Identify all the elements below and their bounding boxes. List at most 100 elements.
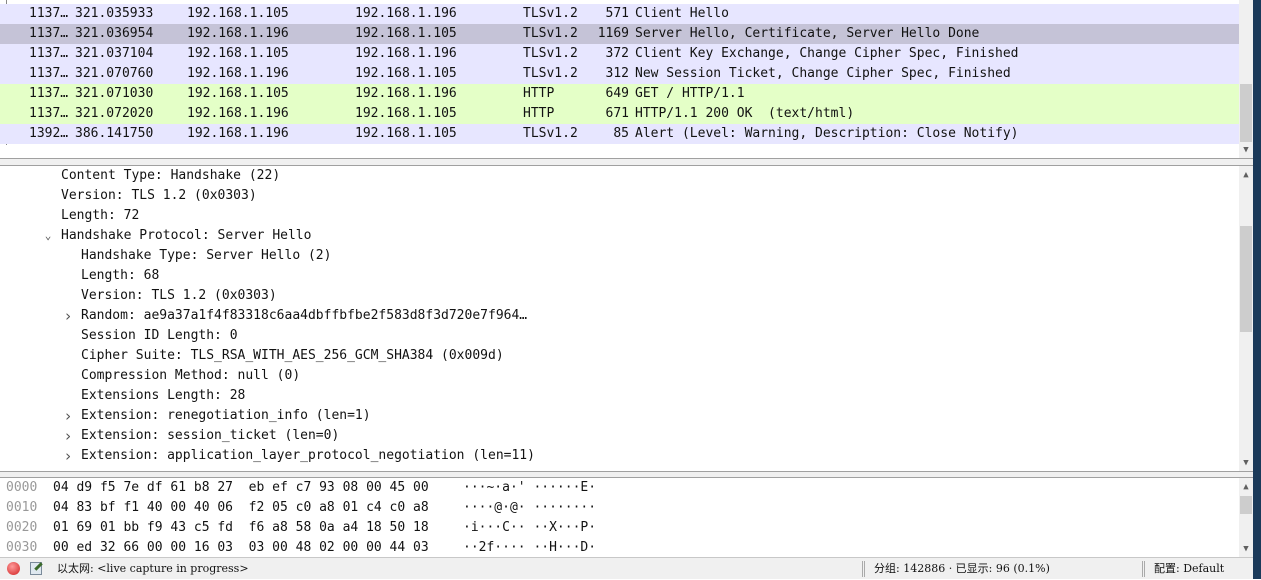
packet-no: 1137… bbox=[29, 46, 69, 61]
hex-ascii[interactable]: ····@·@· ········ bbox=[463, 498, 596, 518]
packet-no: 1137… bbox=[29, 86, 69, 101]
packet-no: 1137… bbox=[29, 66, 69, 81]
chevron-right-icon[interactable]: › bbox=[62, 426, 74, 446]
packet-src: 192.168.1.105 bbox=[187, 86, 289, 101]
packet-dst: 192.168.1.196 bbox=[355, 6, 457, 21]
packet-info: HTTP/1.1 200 OK (text/html) bbox=[635, 106, 855, 121]
packet-row[interactable]: 1137… 321.071030 192.168.1.105 192.168.1.19… bbox=[0, 84, 1239, 104]
hex-offset: 0030 bbox=[6, 540, 38, 555]
hex-bytes[interactable]: 04 d9 f5 7e df 61 b8 27 eb ef c7 93 08 0… bbox=[53, 478, 429, 498]
packet-dst: 192.168.1.196 bbox=[355, 86, 457, 101]
packet-len: 312 bbox=[605, 66, 629, 81]
detail-line[interactable]: Handshake Protocol: Server Hello bbox=[61, 226, 311, 246]
packet-list-scrollbar[interactable]: ▼ bbox=[1239, 0, 1253, 158]
detail-line[interactable]: Cipher Suite: TLS_RSA_WITH_AES_256_GCM_S… bbox=[81, 346, 504, 366]
capture-status-icon[interactable] bbox=[7, 562, 20, 575]
packet-row[interactable]: 1137… 321.070760 192.168.1.196 192.168.1.10… bbox=[0, 64, 1239, 84]
bytes-scrollbar[interactable]: ▲ ▼ bbox=[1239, 478, 1253, 557]
scrollbar-thumb[interactable] bbox=[1240, 496, 1252, 514]
detail-line[interactable]: Session ID Length: 0 bbox=[81, 326, 238, 346]
packet-proto: TLSv1.2 bbox=[523, 26, 578, 41]
detail-line[interactable]: Version: TLS 1.2 (0x0303) bbox=[61, 186, 257, 206]
scroll-down-icon[interactable]: ▼ bbox=[1239, 143, 1253, 157]
packet-details: Content Type: Handshake (22) Version: TLS… bbox=[0, 166, 1253, 471]
packet-info: Server Hello, Certificate, Server Hello … bbox=[635, 26, 980, 41]
packet-time: 321.037104 bbox=[75, 46, 154, 61]
packet-proto: TLSv1.2 bbox=[523, 66, 578, 81]
detail-line[interactable]: Compression Method: null (0) bbox=[81, 366, 300, 386]
detail-line[interactable]: Extension: session_ticket (len=0) bbox=[81, 426, 339, 446]
packet-src: 192.168.1.196 bbox=[187, 106, 289, 121]
packet-row[interactable]: 1137… 321.072020 192.168.1.196 192.168.1.10… bbox=[0, 104, 1239, 124]
hex-offset: 0000 bbox=[6, 480, 38, 495]
packet-no: 1137… bbox=[29, 106, 69, 121]
packet-src: 192.168.1.196 bbox=[187, 66, 289, 81]
packet-dst: 192.168.1.105 bbox=[355, 26, 457, 41]
packet-no: 1392… bbox=[29, 126, 69, 141]
detail-line[interactable]: Extensions Length: 28 bbox=[81, 386, 245, 406]
chevron-right-icon[interactable]: › bbox=[62, 306, 74, 326]
packet-time: 321.036954 bbox=[75, 26, 154, 41]
detail-line[interactable]: Extension: application_layer_protocol_ne… bbox=[81, 446, 535, 466]
hex-ascii[interactable]: ·i···C·· ··X···P· bbox=[463, 518, 596, 538]
scroll-up-icon[interactable]: ▲ bbox=[1239, 168, 1253, 182]
interface-status: 以太网: <live capture in progress> bbox=[57, 562, 249, 575]
scrollbar-thumb[interactable] bbox=[1240, 226, 1252, 332]
detail-line[interactable]: Content Type: Handshake (22) bbox=[61, 166, 280, 186]
chevron-right-icon[interactable]: › bbox=[62, 406, 74, 426]
detail-line[interactable]: Version: TLS 1.2 (0x0303) bbox=[81, 286, 277, 306]
packet-time: 321.035933 bbox=[75, 6, 154, 21]
packet-row[interactable]: 1137… 321.036954 192.168.1.196 192.168.1.10… bbox=[0, 24, 1239, 44]
status-separator bbox=[1142, 561, 1145, 577]
status-separator bbox=[862, 561, 865, 577]
packet-count: 分组: 142886 · 已显示: 96 (0.1%) bbox=[874, 562, 1050, 575]
packet-len: 671 bbox=[605, 106, 629, 121]
packet-dst: 192.168.1.105 bbox=[355, 66, 457, 81]
packet-time: 321.070760 bbox=[75, 66, 154, 81]
packet-dst: 192.168.1.105 bbox=[355, 106, 457, 121]
scrollbar-thumb[interactable] bbox=[1240, 84, 1252, 142]
detail-line[interactable]: Handshake Type: Server Hello (2) bbox=[81, 246, 331, 266]
packet-row[interactable]: 1392… 386.141750 192.168.1.196 192.168.1.10… bbox=[0, 124, 1239, 144]
packet-row[interactable]: 1137… 321.035933 192.168.1.105 192.168.1.19… bbox=[0, 4, 1239, 24]
packet-src: 192.168.1.196 bbox=[187, 26, 289, 41]
hex-offset: 0010 bbox=[6, 500, 38, 515]
packet-len: 649 bbox=[605, 86, 629, 101]
packet-no: 1137… bbox=[29, 26, 69, 41]
pane-splitter[interactable] bbox=[0, 471, 1253, 478]
packet-time: 321.072020 bbox=[75, 106, 154, 121]
hex-bytes[interactable]: 04 83 bf f1 40 00 40 06 f2 05 c0 a8 01 c… bbox=[53, 498, 429, 518]
packet-len: 372 bbox=[605, 46, 629, 61]
scroll-down-icon[interactable]: ▼ bbox=[1239, 456, 1253, 470]
detail-line[interactable]: Length: 68 bbox=[81, 266, 159, 286]
packet-info: GET / HTTP/1.1 bbox=[635, 86, 745, 101]
packet-info: Alert (Level: Warning, Description: Clos… bbox=[635, 126, 1019, 141]
edit-comment-icon[interactable] bbox=[30, 562, 43, 575]
profile-selector[interactable]: 配置: Default bbox=[1154, 558, 1224, 580]
packet-no: 1137… bbox=[29, 6, 69, 21]
hex-bytes[interactable]: 00 ed 32 66 00 00 16 03 03 00 48 02 00 0… bbox=[53, 538, 429, 556]
packet-time: 321.071030 bbox=[75, 86, 154, 101]
packet-dst: 192.168.1.196 bbox=[355, 46, 457, 61]
detail-line[interactable]: Length: 72 bbox=[61, 206, 139, 226]
detail-line[interactable]: Extension: renegotiation_info (len=1) bbox=[81, 406, 371, 426]
packet-proto: TLSv1.2 bbox=[523, 126, 578, 141]
packet-len: 85 bbox=[613, 126, 629, 141]
chevron-right-icon[interactable]: › bbox=[62, 446, 74, 466]
scroll-up-icon[interactable]: ▲ bbox=[1239, 480, 1253, 494]
packet-row[interactable]: 1137… 321.037104 192.168.1.105 192.168.1.19… bbox=[0, 44, 1239, 64]
details-scrollbar[interactable]: ▲ ▼ bbox=[1239, 166, 1253, 471]
hex-ascii[interactable]: ··2f···· ··H···D· bbox=[463, 538, 596, 556]
packet-proto: TLSv1.2 bbox=[523, 6, 578, 21]
chevron-down-icon[interactable]: ⌄ bbox=[42, 226, 54, 246]
packet-len: 571 bbox=[605, 6, 629, 21]
packet-src: 192.168.1.105 bbox=[187, 46, 289, 61]
packet-info: Client Hello bbox=[635, 6, 729, 21]
hex-bytes[interactable]: 01 69 01 bb f9 43 c5 fd f6 a8 58 0a a4 1… bbox=[53, 518, 429, 538]
hex-ascii[interactable]: ···~·a·' ······E· bbox=[463, 478, 596, 498]
packet-proto: TLSv1.2 bbox=[523, 46, 578, 61]
scroll-down-icon[interactable]: ▼ bbox=[1239, 542, 1253, 556]
packet-proto: HTTP bbox=[523, 106, 555, 121]
detail-line[interactable]: Random: ae9a37a1f4f83318c6aa4dbffbfbe2f5… bbox=[81, 306, 527, 326]
pane-splitter[interactable] bbox=[0, 158, 1253, 166]
